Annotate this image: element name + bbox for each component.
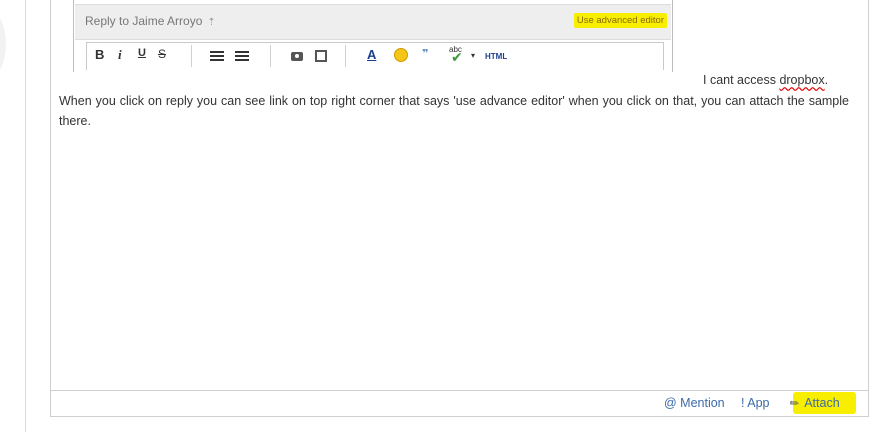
- mention-button[interactable]: @ Mention: [664, 396, 725, 410]
- misspelled-word: dropbox: [779, 73, 825, 87]
- pasted-screenshot: Reply to Jaime Arroyo ⇡ Use advanced edit…: [73, 0, 673, 72]
- app-button[interactable]: ! App: [741, 396, 770, 410]
- camera-icon: [291, 52, 303, 61]
- font-color-icon: A: [367, 47, 377, 62]
- bold-icon: B: [95, 47, 105, 62]
- avatar: [0, 8, 6, 80]
- snippet-toolbar: B i U S A ❞ abc ✔ ▾ HTML: [86, 42, 664, 70]
- reply-editor[interactable]: Reply to Jaime Arroyo ⇡ Use advanced edit…: [50, 0, 869, 417]
- use-advanced-editor-link: Use advanced editor: [573, 13, 667, 28]
- dropdown-icon: ▾: [471, 51, 476, 60]
- quote-icon: ❞: [422, 48, 429, 60]
- bullet-list-icon: [210, 51, 224, 61]
- footer-divider: [51, 390, 869, 391]
- snippet-header: Reply to Jaime Arroyo ⇡ Use advanced edit…: [75, 4, 671, 40]
- toolbar-separator: [345, 45, 346, 67]
- toolbar-separator: [270, 45, 271, 67]
- strikethrough-icon: S: [158, 47, 167, 61]
- message-body: When you click on reply you can see link…: [59, 94, 849, 128]
- reply-to-label: Reply to Jaime Arroyo ⇡: [85, 14, 216, 28]
- toolbar-separator: [191, 45, 192, 67]
- numbered-list-icon: [235, 51, 249, 61]
- emoji-icon: [394, 48, 408, 62]
- reply-arrow-icon: ⇡: [207, 17, 216, 28]
- italic-icon: i: [118, 47, 122, 62]
- paperclip-icon: ✎: [787, 396, 803, 412]
- thread-divider: [25, 0, 26, 432]
- html-icon: HTML: [485, 52, 508, 61]
- video-icon: [315, 50, 327, 62]
- message-line-1: I cant access dropbox.: [703, 73, 829, 87]
- underline-icon: U: [138, 47, 146, 59]
- spellcheck-icon: ✔: [451, 49, 463, 65]
- attach-button[interactable]: ✎ Attach: [787, 396, 840, 412]
